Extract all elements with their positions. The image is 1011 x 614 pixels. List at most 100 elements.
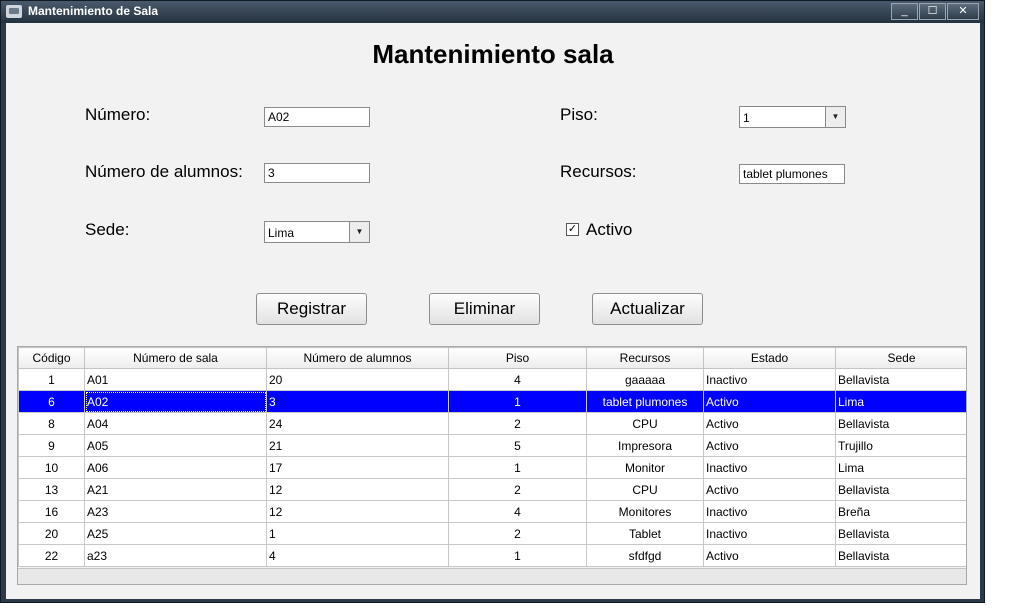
cell-numero-sala[interactable]: A01 xyxy=(84,368,267,391)
table-row[interactable]: 8 A04 24 2 CPU Activo Bellavista xyxy=(18,412,966,435)
cell-numero-sala[interactable]: A23 xyxy=(84,500,267,523)
chevron-down-icon[interactable]: ▼ xyxy=(349,222,369,242)
cell-sede[interactable]: Bellavista xyxy=(835,544,966,567)
table-row[interactable]: 13 A21 12 2 CPU Activo Bellavista xyxy=(18,478,966,501)
piso-label: Piso: xyxy=(560,105,598,124)
cell-piso[interactable]: 1 xyxy=(448,456,587,479)
cell-piso[interactable]: 2 xyxy=(448,522,587,545)
eliminar-button[interactable]: Eliminar xyxy=(429,293,540,325)
table-row[interactable]: 22 a23 4 1 sfdfgd Activo Bellavista xyxy=(18,544,966,567)
cell-piso[interactable]: 5 xyxy=(448,434,587,457)
piso-select[interactable]: 1 ▼ xyxy=(739,106,846,128)
cell-recursos[interactable]: CPU xyxy=(586,412,704,435)
cell-estado[interactable]: Activo xyxy=(703,412,836,435)
chevron-down-icon[interactable]: ▼ xyxy=(825,107,845,127)
cell-estado[interactable]: Inactivo xyxy=(703,368,836,391)
cell-recursos[interactable]: Monitores xyxy=(586,500,704,523)
cell-codigo[interactable]: 22 xyxy=(18,544,85,567)
cell-recursos[interactable]: Monitor xyxy=(586,456,704,479)
column-header-codigo[interactable]: Código xyxy=(18,347,85,369)
cell-codigo[interactable]: 20 xyxy=(18,522,85,545)
minimize-button[interactable]: _ xyxy=(891,3,918,20)
cell-recursos[interactable]: Tablet xyxy=(586,522,704,545)
cell-piso[interactable]: 4 xyxy=(448,368,587,391)
cell-numero-sala[interactable]: A06 xyxy=(84,456,267,479)
close-button[interactable]: ✕ xyxy=(947,3,979,20)
cell-numero-sala[interactable]: A21 xyxy=(84,478,267,501)
cell-numero-alumnos[interactable]: 4 xyxy=(266,544,449,567)
column-header-numero-alumnos[interactable]: Número de alumnos xyxy=(266,347,449,369)
cell-recursos[interactable]: gaaaaa xyxy=(586,368,704,391)
table-row[interactable]: 10 A06 17 1 Monitor Inactivo Lima xyxy=(18,456,966,479)
cell-sede[interactable]: Bellavista xyxy=(835,478,966,501)
cell-numero-alumnos[interactable]: 12 xyxy=(266,500,449,523)
cell-estado[interactable]: Activo xyxy=(703,434,836,457)
table-body: 1 A01 20 4 gaaaaa Inactivo Bellavista 6 A02 3 1 tab… xyxy=(18,368,966,567)
title-bar[interactable]: Mantenimiento de Sala _ ☐ ✕ xyxy=(1,1,984,23)
table-row[interactable]: 20 A25 1 2 Tablet Inactivo Bellavista xyxy=(18,522,966,545)
cell-estado[interactable]: Activo xyxy=(703,478,836,501)
cell-recursos[interactable]: sfdfgd xyxy=(586,544,704,567)
cell-numero-alumnos[interactable]: 17 xyxy=(266,456,449,479)
cell-sede[interactable]: Bellavista xyxy=(835,412,966,435)
table-row[interactable]: 6 A02 3 1 tablet plumones Activo Lima xyxy=(18,390,966,413)
table-row[interactable]: 1 A01 20 4 gaaaaa Inactivo Bellavista xyxy=(18,368,966,391)
maximize-button[interactable]: ☐ xyxy=(919,3,946,20)
cell-estado[interactable]: Activo xyxy=(703,544,836,567)
cell-codigo[interactable]: 13 xyxy=(18,478,85,501)
column-header-sede[interactable]: Sede xyxy=(835,347,966,369)
cell-numero-alumnos[interactable]: 24 xyxy=(266,412,449,435)
cell-sede[interactable]: Lima xyxy=(835,456,966,479)
cell-numero-sala[interactable]: A04 xyxy=(84,412,267,435)
activo-label[interactable]: Activo xyxy=(586,220,632,240)
cell-sede[interactable]: Lima xyxy=(835,390,966,413)
column-header-piso[interactable]: Piso xyxy=(448,347,587,369)
sede-select[interactable]: Lima ▼ xyxy=(264,221,370,243)
alumnos-input[interactable]: 3 xyxy=(264,163,370,183)
cell-piso[interactable]: 1 xyxy=(448,390,587,413)
cell-numero-alumnos[interactable]: 1 xyxy=(266,522,449,545)
actualizar-button[interactable]: Actualizar xyxy=(592,293,703,325)
cell-estado[interactable]: Activo xyxy=(703,390,836,413)
cell-numero-sala[interactable]: a23 xyxy=(84,544,267,567)
cell-codigo[interactable]: 16 xyxy=(18,500,85,523)
column-header-numero-sala[interactable]: Número de sala xyxy=(84,347,267,369)
cell-piso[interactable]: 4 xyxy=(448,500,587,523)
cell-numero-alumnos[interactable]: 12 xyxy=(266,478,449,501)
cell-codigo[interactable]: 9 xyxy=(18,434,85,457)
cell-estado[interactable]: Inactivo xyxy=(703,500,836,523)
cell-recursos[interactable]: tablet plumones xyxy=(586,390,704,413)
cell-numero-alumnos[interactable]: 3 xyxy=(266,390,449,413)
cell-numero-sala[interactable]: A25 xyxy=(84,522,267,545)
activo-checkbox[interactable]: ✓ xyxy=(566,223,579,236)
cell-codigo[interactable]: 8 xyxy=(18,412,85,435)
column-header-recursos[interactable]: Recursos xyxy=(586,347,704,369)
table-row[interactable]: 16 A23 12 4 Monitores Inactivo Breña xyxy=(18,500,966,523)
cell-codigo[interactable]: 10 xyxy=(18,456,85,479)
form-panel: Mantenimiento sala Número: A02 Número de… xyxy=(6,23,980,599)
cell-sede[interactable]: Bellavista xyxy=(835,522,966,545)
cell-numero-sala[interactable]: A02 xyxy=(84,390,267,413)
cell-sede[interactable]: Bellavista xyxy=(835,368,966,391)
cell-numero-alumnos[interactable]: 20 xyxy=(266,368,449,391)
cell-recursos[interactable]: Impresora xyxy=(586,434,704,457)
cell-numero-alumnos[interactable]: 21 xyxy=(266,434,449,457)
horizontal-scrollbar[interactable] xyxy=(18,568,966,584)
cell-estado[interactable]: Inactivo xyxy=(703,522,836,545)
cell-estado[interactable]: Inactivo xyxy=(703,456,836,479)
numero-input[interactable]: A02 xyxy=(264,107,370,127)
registrar-button[interactable]: Registrar xyxy=(256,293,367,325)
cell-codigo[interactable]: 1 xyxy=(18,368,85,391)
cell-sede[interactable]: Trujillo xyxy=(835,434,966,457)
cell-codigo[interactable]: 6 xyxy=(18,390,85,413)
salas-table[interactable]: Código Número de sala Número de alumnos … xyxy=(17,346,967,585)
cell-piso[interactable]: 2 xyxy=(448,412,587,435)
cell-sede[interactable]: Breña xyxy=(835,500,966,523)
cell-recursos[interactable]: CPU xyxy=(586,478,704,501)
cell-numero-sala[interactable]: A05 xyxy=(84,434,267,457)
column-header-estado[interactable]: Estado xyxy=(703,347,836,369)
recursos-input[interactable]: tablet plumones xyxy=(739,164,845,184)
cell-piso[interactable]: 1 xyxy=(448,544,587,567)
cell-piso[interactable]: 2 xyxy=(448,478,587,501)
table-row[interactable]: 9 A05 21 5 Impresora Activo Trujillo xyxy=(18,434,966,457)
